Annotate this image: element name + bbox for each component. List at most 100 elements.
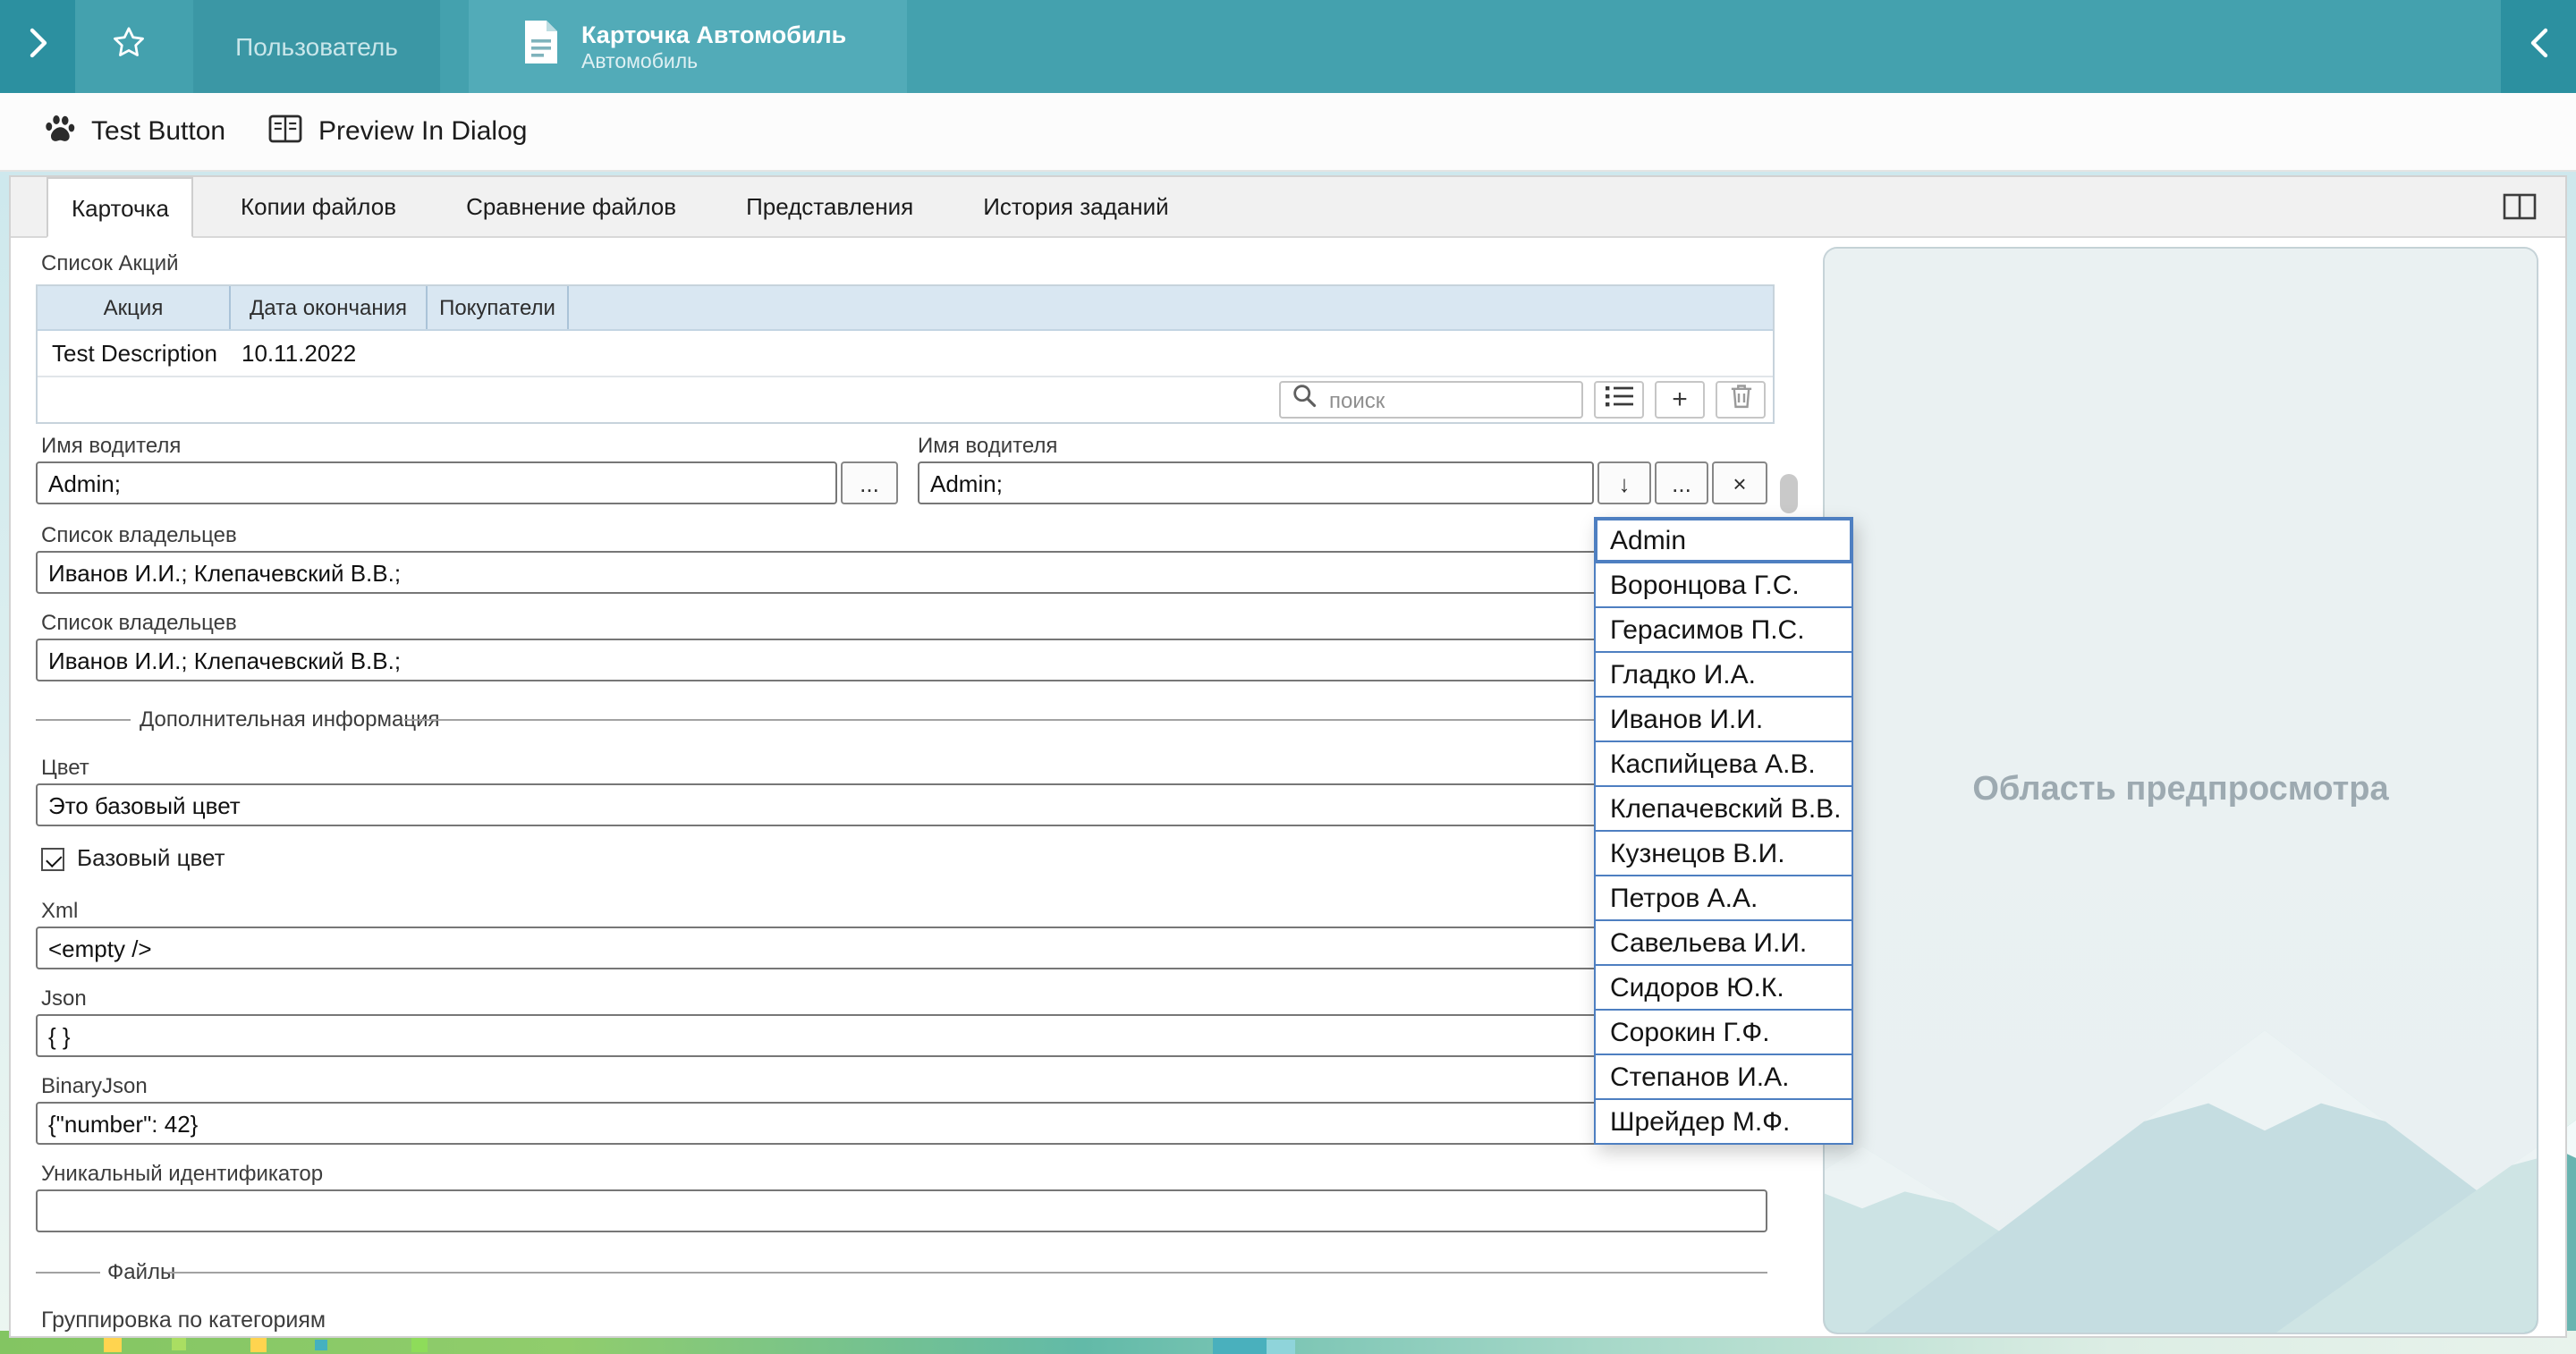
paw-icon: [43, 113, 75, 150]
preview-placeholder-text: Область предпросмотра: [1972, 771, 2388, 810]
tab-file-compare[interactable]: Сравнение файлов: [443, 177, 699, 236]
table-row[interactable]: Test Description 10.11.2022: [38, 331, 1773, 377]
dropdown-item[interactable]: Шрейдер М.Ф.: [1594, 1098, 1853, 1145]
json-label: Json: [41, 986, 87, 1011]
promo-search-input[interactable]: [1326, 385, 1571, 414]
separator-line: [168, 1272, 1767, 1274]
column-header-end-date: Дата окончания: [231, 286, 428, 329]
dropdown-item[interactable]: Admin: [1594, 517, 1853, 563]
separator-line: [36, 719, 131, 721]
color-input[interactable]: [36, 783, 1767, 826]
binaryjson-label: BinaryJson: [41, 1073, 148, 1098]
separator-line: [36, 1272, 100, 1274]
dropdown-item[interactable]: Иванов И.И.: [1594, 696, 1853, 742]
card-tab-title: Карточка Автомобиль: [581, 21, 846, 47]
header-tab-user[interactable]: Пользователь: [193, 0, 440, 93]
card-tabbar: Карточка Копии файлов Сравнение файлов П…: [11, 177, 2565, 238]
checklist-icon: [1604, 384, 1634, 416]
promo-list-label: Список Акций: [41, 250, 179, 275]
xml-input[interactable]: [36, 927, 1767, 969]
base-color-checkbox-label: Базовый цвет: [77, 844, 225, 871]
color-label: Цвет: [41, 755, 89, 780]
actions-toolbar: Test Button Preview In Dialog: [0, 93, 2576, 172]
dropdown-item[interactable]: Сидоров Ю.К.: [1594, 964, 1853, 1011]
test-button-label: Test Button: [91, 116, 225, 147]
additional-info-section-label: Дополнительная информация: [140, 707, 440, 732]
split-layout-button[interactable]: [2503, 193, 2537, 229]
uid-label: Уникальный идентификатор: [41, 1161, 323, 1186]
plus-icon: +: [1672, 386, 1688, 413]
dialog-icon: [268, 114, 302, 149]
select-from-list-button[interactable]: [1594, 381, 1644, 419]
tab-task-history[interactable]: История заданий: [960, 177, 1191, 236]
tab-file-copies[interactable]: Копии файлов: [217, 177, 419, 236]
preview-in-dialog-label: Preview In Dialog: [318, 116, 527, 147]
driver-name-right-label: Имя водителя: [918, 433, 1057, 458]
search-icon: [1292, 383, 1317, 417]
star-icon: [109, 22, 148, 71]
document-icon: [522, 18, 560, 75]
driver-name-left-label: Имя водителя: [41, 433, 181, 458]
header-tab-card-automobile[interactable]: Карточка Автомобиль Автомобиль: [469, 0, 907, 93]
column-header-filler: [569, 286, 1773, 329]
separator-line: [404, 719, 1767, 721]
form-scrollbar-thumb[interactable]: [1780, 474, 1798, 513]
promo-table: Акция Дата окончания Покупатели Test Des…: [36, 284, 1775, 424]
group-by-categories-label: Группировка по категориям: [41, 1307, 326, 1333]
preview-in-dialog-button[interactable]: Preview In Dialog: [268, 93, 527, 170]
chevron-left-icon: [2529, 26, 2548, 67]
dropdown-item[interactable]: Петров А.А.: [1594, 875, 1853, 921]
column-header-promo: Акция: [38, 286, 231, 329]
files-section-label: Файлы: [107, 1259, 175, 1284]
dropdown-item[interactable]: Кузнецов В.И.: [1594, 830, 1853, 876]
cell-promo: Test Description: [38, 340, 231, 367]
driver-name-dropdown-button[interactable]: ↓: [1597, 461, 1651, 504]
dropdown-item[interactable]: Воронцова Г.С.: [1594, 562, 1853, 608]
clear-icon: ×: [1733, 470, 1746, 496]
cell-end-date: 10.11.2022: [231, 340, 428, 367]
promo-table-header: Акция Дата окончания Покупатели: [38, 286, 1773, 331]
dropdown-item[interactable]: Савельева И.И.: [1594, 919, 1853, 966]
dropdown-item[interactable]: Клепачевский В.В.: [1594, 785, 1853, 832]
split-layout-icon: [2503, 197, 2537, 227]
application-window: Пользователь Карточка Автомобиль Автомоб…: [0, 0, 2576, 1354]
arrow-down-icon: ↓: [1619, 470, 1631, 496]
owners-top-label: Список владельцев: [41, 522, 237, 547]
main-header: Пользователь Карточка Автомобиль Автомоб…: [0, 0, 2576, 93]
delete-row-button[interactable]: [1716, 381, 1766, 419]
preview-pane: Область предпросмотра: [1823, 247, 2538, 1334]
dropdown-item[interactable]: Гладко И.А.: [1594, 651, 1853, 698]
dropdown-item[interactable]: Герасимов П.С.: [1594, 606, 1853, 653]
card-tab-subtitle: Автомобиль: [581, 51, 846, 72]
json-input[interactable]: [36, 1014, 1767, 1057]
uid-input[interactable]: [36, 1189, 1767, 1232]
owners-top-input[interactable]: [36, 551, 1767, 594]
owners-bottom-input[interactable]: [36, 639, 1767, 681]
dropdown-item[interactable]: Степанов И.А.: [1594, 1054, 1853, 1100]
driver-name-left-input[interactable]: [36, 461, 837, 504]
test-button[interactable]: Test Button: [43, 93, 225, 170]
dropdown-item[interactable]: Сорокин Г.Ф.: [1594, 1009, 1853, 1055]
promo-table-footer: +: [38, 377, 1773, 422]
driver-name-right-input[interactable]: [918, 461, 1594, 504]
owners-bottom-label: Список владельцев: [41, 610, 237, 635]
driver-name-left-more-button[interactable]: ...: [841, 461, 898, 504]
tab-views[interactable]: Представления: [723, 177, 936, 236]
favorite-star-button[interactable]: [93, 0, 165, 93]
expand-nav-button[interactable]: [0, 0, 75, 93]
tab-card[interactable]: Карточка: [47, 177, 194, 238]
driver-name-dropdown-list: Admin Воронцова Г.С. Герасимов П.С. Глад…: [1594, 517, 1853, 1145]
dropdown-item[interactable]: Каспийцева А.В.: [1594, 740, 1853, 787]
header-tab-user-label: Пользователь: [235, 32, 398, 61]
trash-icon: [1729, 382, 1752, 418]
driver-name-clear-button[interactable]: ×: [1712, 461, 1767, 504]
driver-name-right-more-button[interactable]: ...: [1655, 461, 1708, 504]
add-row-button[interactable]: +: [1655, 381, 1705, 419]
collapse-panel-button[interactable]: [2501, 0, 2576, 93]
chevron-right-icon: [28, 26, 47, 67]
column-header-buyers: Покупатели: [428, 286, 569, 329]
binaryjson-input[interactable]: [36, 1102, 1767, 1145]
base-color-checkbox[interactable]: [41, 848, 64, 871]
promo-search-box: [1279, 381, 1583, 419]
xml-label: Xml: [41, 898, 78, 923]
